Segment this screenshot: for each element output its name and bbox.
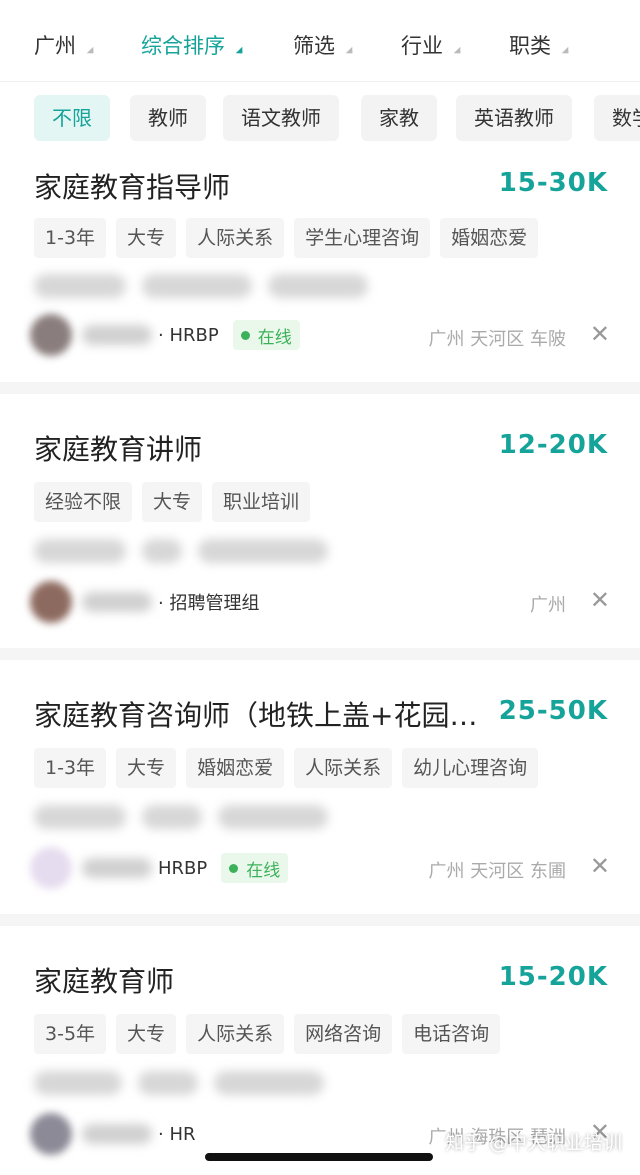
job-tag: 学生心理咨询 [294,218,431,258]
job-salary: 12-20K [498,430,608,460]
filter-city[interactable]: 广州 [34,30,96,60]
job-tag: 大专 [116,1014,177,1054]
job-card[interactable]: 家庭教育指导师 15-30K 1-3年 大专 人际关系 学生心理咨询 婚姻恋爱 … [0,156,640,382]
filter-sort-label: 综合排序 [141,34,225,58]
watermark: 知乎 @中大职业培训 [444,1132,622,1154]
filter-category-label: 职类 [509,34,551,58]
job-tag: 人际关系 [186,1014,285,1054]
filter-city-label: 广州 [34,34,76,58]
online-dot-icon [229,863,239,873]
job-tag: 1-3年 [34,218,107,258]
job-title: 家庭教育讲师 [34,433,203,466]
job-location: 广州 天河区 东圃 [428,861,566,882]
job-location: 广州 天河区 车陂 [428,329,566,350]
chip-tutor[interactable]: 家教 [361,95,437,141]
job-card[interactable]: 家庭教育讲师 12-20K 经验不限 大专 职业培训 · 招聘管理组 广州 ✕ [0,394,640,648]
job-tag: 职业培训 [212,482,311,522]
chip-math[interactable]: 数学 [594,95,640,141]
job-tag: 经验不限 [34,482,133,522]
job-tag: 电话咨询 [402,1014,501,1054]
avatar [30,581,72,623]
job-tags: 3-5年 大专 人际关系 网络咨询 电话咨询 [34,1014,501,1054]
close-icon[interactable]: ✕ [590,852,610,880]
filter-industry-label: 行业 [401,34,443,58]
job-tag: 大专 [116,748,177,788]
caret-icon [86,46,94,54]
recruiter-role: · HR [158,1123,196,1145]
chip-teacher[interactable]: 教师 [130,95,206,141]
job-tag: 大专 [116,218,177,258]
job-tags: 经验不限 大专 职业培训 [34,482,311,522]
job-title: 家庭教育师 [34,965,175,998]
filter-screen[interactable]: 筛选 [293,30,355,60]
avatar [30,314,72,356]
job-location: 广州 [530,595,566,616]
filter-category[interactable]: 职类 [509,30,571,60]
avatar [30,1113,72,1155]
recruiter-role: · HRBP [158,324,219,346]
filter-screen-label: 筛选 [293,34,335,58]
caret-icon [345,46,353,54]
blurred-info [34,805,328,829]
job-tag: 婚姻恋爱 [440,218,539,258]
recruiter-role: · 招聘管理组 [158,593,260,614]
job-tag: 大专 [142,482,203,522]
close-icon[interactable]: ✕ [590,320,610,348]
recruiter-info: · 招聘管理组 [30,581,259,623]
online-badge: 在线 [221,853,289,883]
job-tags: 1-3年 大专 婚姻恋爱 人际关系 幼儿心理咨询 [34,748,539,788]
online-badge: 在线 [232,320,300,350]
blurred-info [34,539,328,563]
recruiter-info: · HR [30,1113,196,1155]
caret-icon [453,46,461,54]
job-tags: 1-3年 大专 人际关系 学生心理咨询 婚姻恋爱 [34,218,539,258]
filter-bar: 广州 综合排序 筛选 行业 职类 [0,0,640,82]
category-chip-bar: 不限 教师 语文教师 家教 英语教师 数学 [0,82,640,156]
chip-chinese-teacher[interactable]: 语文教师 [223,95,339,141]
online-label: 在线 [257,327,292,348]
recruiter-info: HRBP 在线 [30,847,289,889]
avatar [30,847,72,889]
job-salary: 15-20K [498,962,608,992]
job-tag: 幼儿心理咨询 [402,748,539,788]
close-icon[interactable]: ✕ [590,586,610,614]
recruiter-role: HRBP [158,857,208,879]
recruiter-info: · HRBP 在线 [30,314,300,356]
job-tag: 人际关系 [294,748,393,788]
filter-industry[interactable]: 行业 [401,30,463,60]
job-tag: 3-5年 [34,1014,107,1054]
job-card[interactable]: 家庭教育咨询师（地铁上盖+花园… 25-50K 1-3年 大专 婚姻恋爱 人际关… [0,660,640,914]
online-label: 在线 [246,860,281,881]
job-tag: 人际关系 [186,218,285,258]
online-dot-icon [240,330,250,340]
blurred-info [34,1071,324,1095]
filter-sort[interactable]: 综合排序 [141,30,245,60]
job-tag: 婚姻恋爱 [186,748,285,788]
job-title: 家庭教育咨询师（地铁上盖+花园… [34,699,478,732]
home-indicator[interactable] [205,1153,433,1161]
job-tag: 1-3年 [34,748,107,788]
job-tag: 网络咨询 [294,1014,393,1054]
chip-unlimited[interactable]: 不限 [34,95,110,141]
chip-english-teacher[interactable]: 英语教师 [456,95,572,141]
recruiter-name-blurred [82,592,152,612]
recruiter-name-blurred [82,1124,152,1144]
caret-icon [235,46,243,54]
job-salary: 25-50K [498,696,608,726]
job-salary: 15-30K [498,168,608,198]
caret-icon [561,46,569,54]
job-title: 家庭教育指导师 [34,171,231,204]
blurred-info [34,274,368,298]
recruiter-name-blurred [82,858,152,878]
recruiter-name-blurred [82,325,152,345]
